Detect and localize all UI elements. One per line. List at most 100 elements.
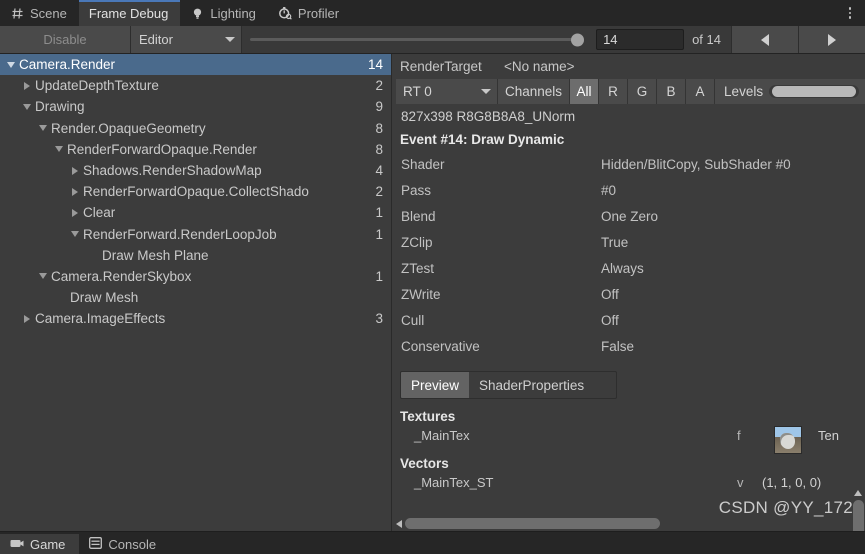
property-value: Off [601,286,619,302]
textures-heading: Textures [400,409,456,424]
tree-row-label: Camera.RenderSkybox [51,268,192,284]
texture-thumbnail[interactable] [774,426,802,454]
foldout-right-icon[interactable] [20,312,33,325]
tree-row[interactable]: Draw Mesh Plane [0,245,391,266]
vector-property-row[interactable]: _MainTex_ST v (1, 1, 0, 0) [392,471,865,493]
channel-button-b[interactable]: B [657,79,687,104]
tree-row-count [380,287,383,308]
target-dropdown-label: Editor [139,32,173,47]
next-event-button[interactable] [798,26,865,53]
foldout-down-icon[interactable] [36,122,49,135]
tab-scene[interactable]: Scene [0,0,79,26]
tab-frame-debug[interactable]: Frame Debug [78,0,181,26]
texture-property-type: f [737,427,741,443]
horizontal-scroll-track[interactable] [405,518,852,529]
tab-console[interactable]: Console [79,534,170,554]
triangle-right-icon [828,33,836,46]
tab-console-label: Console [108,536,157,552]
horizontal-scroll-thumb[interactable] [405,518,660,529]
prev-event-button[interactable] [731,26,798,53]
vertical-scroll-thumb[interactable] [853,500,864,532]
details-vertical-scrollbar[interactable] [852,488,865,532]
tree-row[interactable]: Render.OpaqueGeometry 8 [0,118,391,139]
foldout-right-icon[interactable] [20,79,33,92]
event-index-input[interactable]: 14 [596,29,685,50]
tree-row[interactable]: Camera.RenderSkybox 1 [0,266,391,287]
tree-row[interactable]: Drawing 9 [0,96,391,117]
channel-button-a-label: A [695,84,705,99]
tree-row-label: Clear [83,205,116,221]
tab-shader-properties[interactable]: ShaderProperties [469,372,595,398]
tree-row[interactable]: UpdateDepthTexture 2 [0,75,391,96]
tab-preview[interactable]: Preview [401,372,470,398]
tree-row[interactable]: Camera.Render 14 [0,54,391,76]
texture-property-row[interactable]: _MainTex f Ten [392,424,865,454]
property-key: Pass [401,182,432,198]
kebab-menu-icon[interactable] [841,0,859,26]
event-details-panel: RenderTarget <No name> RT 0 Channels All… [392,54,865,532]
foldout-right-icon[interactable] [68,185,81,198]
details-horizontal-scrollbar[interactable] [392,515,852,532]
property-value: False [601,338,635,354]
tree-row-count: 4 [375,163,383,179]
foldout-down-icon[interactable] [52,143,65,156]
bottom-tab-bar: Game Console [0,531,865,554]
foldout-down-icon[interactable] [36,270,49,283]
property-key: Cull [401,312,425,328]
tree-row-label: RenderForwardOpaque.Render [67,141,257,157]
tree-row-count: 2 [375,184,383,200]
texture-property-value: Ten [818,427,839,443]
scroll-left-icon[interactable] [396,519,402,528]
foldout-down-icon[interactable] [68,228,81,241]
tab-scene-label: Scene [30,5,67,21]
tree-row-label: RenderForward.RenderLoopJob [83,226,277,242]
property-key: ZWrite [401,286,441,302]
foldout-down-icon[interactable] [4,58,17,71]
foldout-down-icon[interactable] [20,100,33,113]
render-target-format: 827x398 R8G8B8A8_UNorm [401,108,576,124]
texture-property-name: _MainTex [414,427,470,443]
tree-row[interactable]: Camera.ImageEffects 3 [0,308,391,329]
tab-profiler-label: Profiler [297,5,340,21]
property-row: ZClip True [392,229,865,255]
scroll-up-icon[interactable] [854,490,862,496]
tree-row[interactable]: RenderForwardOpaque.Render 8 [0,139,391,160]
channel-button-all[interactable]: All [570,79,600,104]
event-tree[interactable]: Camera.Render 14 UpdateDepthTexture 2 Dr… [0,54,392,532]
channel-button-a[interactable]: A [686,79,716,104]
game-icon [10,537,24,552]
channel-button-g[interactable]: G [628,79,658,104]
tab-game[interactable]: Game [0,534,80,554]
tab-lighting[interactable]: Lighting [180,0,268,26]
levels-slider-track[interactable] [769,85,859,98]
tree-row-count: 9 [375,99,383,115]
tree-row[interactable]: Clear 1 [0,202,391,223]
chevron-down-icon [225,37,235,42]
foldout-right-icon[interactable] [68,164,81,177]
event-slider-knob[interactable] [571,33,585,46]
event-slider[interactable] [242,26,592,53]
tree-row[interactable]: RenderForward.RenderLoopJob 1 [0,224,391,245]
tree-row[interactable]: RenderForwardOpaque.CollectShado 2 [0,181,391,202]
tree-row[interactable]: Shadows.RenderShadowMap 4 [0,160,391,181]
tree-row-count: 8 [375,141,383,157]
event-slider-track [250,38,585,41]
grid-icon [10,6,24,20]
disable-button[interactable]: Disable [0,26,131,53]
tree-row[interactable]: Draw Mesh [0,287,391,308]
property-row: ZWrite Off [392,281,865,307]
channel-button-r[interactable]: R [599,79,629,104]
tree-row-label: Shadows.RenderShadowMap [83,163,262,179]
tree-row-label: Draw Mesh [70,290,139,306]
rt-dropdown[interactable]: RT 0 [396,79,498,104]
event-title: Event #14: Draw Dynamic [400,132,565,147]
tree-row-label: Render.OpaqueGeometry [51,120,206,136]
levels-slider[interactable]: Levels [715,79,865,104]
channel-button-b-label: B [666,84,676,99]
target-dropdown[interactable]: Editor [131,26,242,53]
tab-lighting-label: Lighting [210,5,256,21]
foldout-right-icon[interactable] [68,206,81,219]
property-row: Conservative False [392,333,865,359]
tab-profiler[interactable]: Profiler [268,0,351,26]
property-row: Shader Hidden/BlitCopy, SubShader #0 [392,151,865,177]
